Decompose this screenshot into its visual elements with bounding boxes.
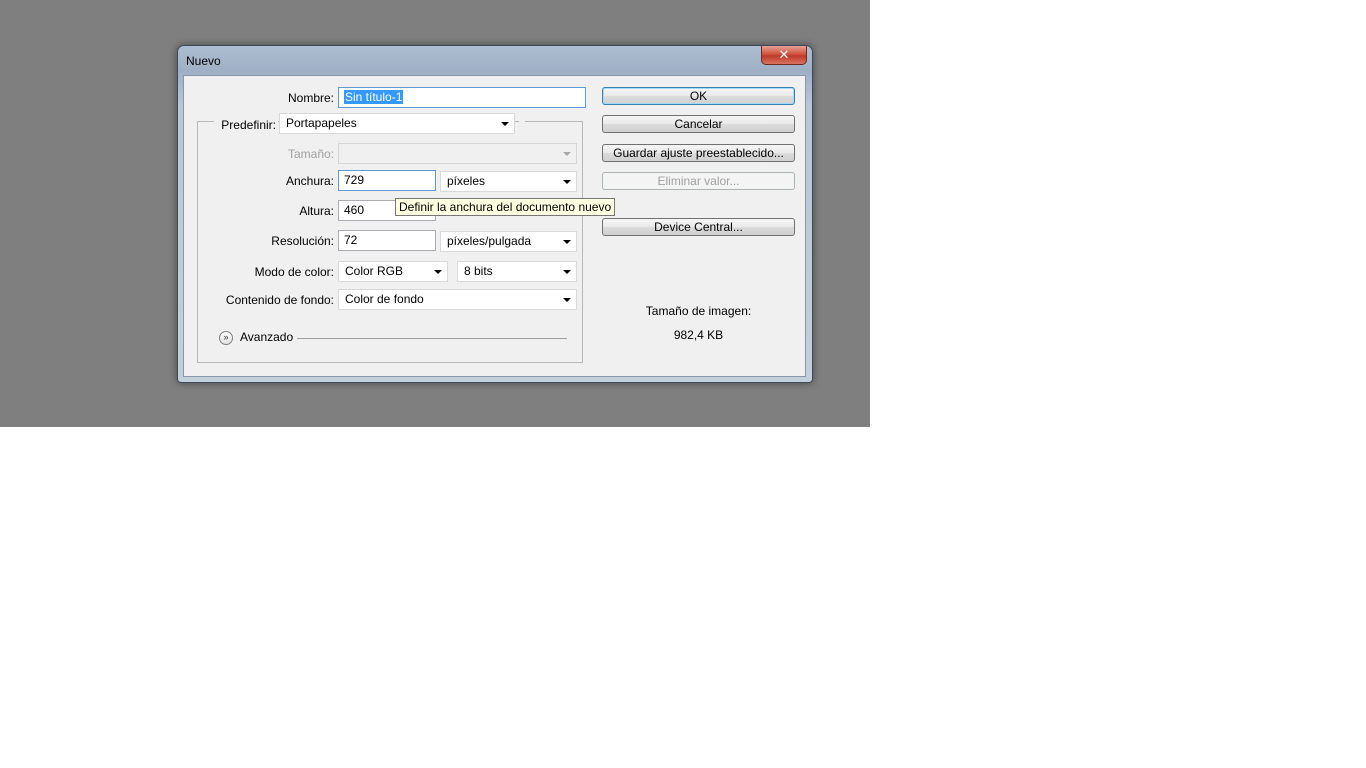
width-label: Anchura: [285, 174, 334, 188]
close-button[interactable]: ✕ [761, 46, 807, 65]
width-unit-select[interactable]: píxeles [440, 171, 577, 192]
chevron-down-icon [563, 298, 571, 302]
name-input[interactable]: Sin título-1 [338, 87, 586, 108]
name-input-value: Sin título-1 [344, 90, 404, 104]
ok-button[interactable]: OK [602, 87, 795, 105]
background-value: Color de fondo [345, 292, 424, 306]
dialog-client-area: Nombre: Sin título-1 Predefinir: Portapa… [183, 75, 806, 377]
save-preset-button[interactable]: Guardar ajuste preestablecido... [602, 144, 795, 162]
preset-label: Predefinir: [214, 118, 278, 132]
background-label: Contenido de fondo: [225, 293, 334, 307]
bit-depth-select[interactable]: 8 bits [457, 261, 577, 282]
width-unit-value: píxeles [447, 174, 486, 188]
color-mode-value: Color RGB [345, 264, 404, 278]
chevron-down-icon [563, 152, 571, 156]
preset-select-value: Portapapeles [286, 116, 357, 130]
color-mode-label: Modo de color: [254, 265, 334, 279]
image-size-value: 982,4 KB [673, 328, 724, 342]
resolution-input[interactable]: 72 [338, 230, 436, 251]
advanced-label: Avanzado [240, 330, 294, 344]
size-select [338, 143, 577, 164]
dialog-title: Nuevo [186, 54, 221, 68]
delete-preset-button: Eliminar valor... [602, 172, 795, 190]
height-label: Altura: [299, 204, 334, 218]
advanced-expand-icon[interactable]: » [219, 331, 233, 345]
groupbox-gap [519, 120, 525, 124]
size-label: Tamaño: [287, 147, 334, 161]
chevron-down-icon [563, 270, 571, 274]
close-icon: ✕ [778, 47, 790, 62]
resolution-unit-select[interactable]: píxeles/pulgada [440, 231, 577, 252]
preset-select[interactable]: Portapapeles [279, 113, 515, 134]
new-document-dialog: Nuevo ✕ Nombre: Sin título-1 Predefinir:… [177, 45, 813, 383]
background-select[interactable]: Color de fondo [338, 289, 577, 310]
name-label: Nombre: [287, 91, 334, 105]
chevron-down-icon [563, 180, 571, 184]
width-input[interactable]: 729 [338, 170, 436, 191]
resolution-input-value: 72 [344, 233, 358, 247]
height-input-value: 460 [344, 203, 365, 217]
chevron-down-icon [434, 270, 442, 274]
image-size-label: Tamaño de imagen: [645, 304, 752, 318]
resolution-unit-value: píxeles/pulgada [447, 234, 532, 248]
color-mode-select[interactable]: Color RGB [338, 261, 448, 282]
advanced-divider [297, 338, 567, 339]
width-input-value: 729 [344, 173, 365, 187]
resolution-label: Resolución: [271, 234, 334, 248]
cancel-button[interactable]: Cancelar [602, 115, 795, 133]
bit-depth-value: 8 bits [464, 264, 493, 278]
device-central-button[interactable]: Device Central... [602, 218, 795, 236]
chevron-down-icon [501, 122, 509, 126]
width-tooltip: Definir la anchura del documento nuevo [395, 198, 616, 216]
chevron-down-icon [563, 240, 571, 244]
